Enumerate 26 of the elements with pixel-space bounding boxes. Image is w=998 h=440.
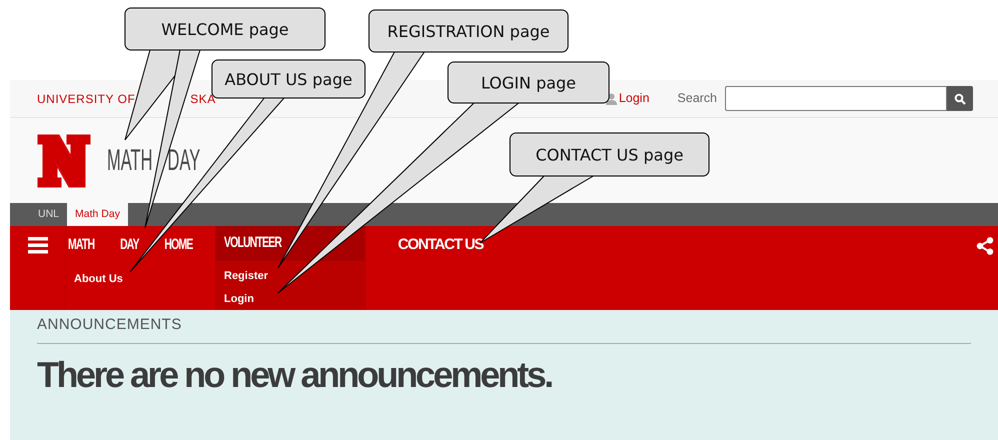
university-name: SKA	[190, 90, 216, 108]
submenu-link[interactable]: Login	[216, 288, 365, 310]
search-icon	[954, 92, 966, 104]
breadcrumb-link[interactable]: UNL	[30, 203, 68, 226]
callout-text: ABOUT US page	[224, 70, 352, 89]
callout-text: CONTACT US page	[536, 146, 684, 164]
announcement-message: There are no new announcements.	[37, 352, 552, 396]
login-link[interactable]: Login	[618, 89, 650, 108]
nav-link[interactable]: CONTACT US	[366, 226, 515, 264]
university-name: UNIVERSITY OF	[37, 90, 136, 108]
section-heading: ANNOUNCEMENTS	[37, 314, 971, 344]
user-icon	[606, 92, 617, 104]
submenu-link[interactable]: About Us	[66, 268, 215, 290]
search-button[interactable]	[947, 86, 974, 111]
callout-text: LOGIN page	[480, 74, 576, 92]
breadcrumb-link[interactable]: Math Day	[67, 203, 128, 226]
menu-icon[interactable]	[28, 236, 48, 254]
search-label: Search	[677, 90, 718, 108]
logo-icon	[37, 134, 91, 188]
nav-link[interactable]: MATH DAY HOME	[66, 226, 215, 264]
callout-text: REGISTRATION page	[387, 22, 550, 41]
share-icon[interactable]	[976, 236, 994, 255]
submenu-link[interactable]: Register	[216, 265, 365, 288]
callout-text: WELCOME page	[161, 20, 289, 39]
site-title: MATH DAY	[107, 143, 200, 179]
search-field[interactable]	[725, 86, 948, 111]
